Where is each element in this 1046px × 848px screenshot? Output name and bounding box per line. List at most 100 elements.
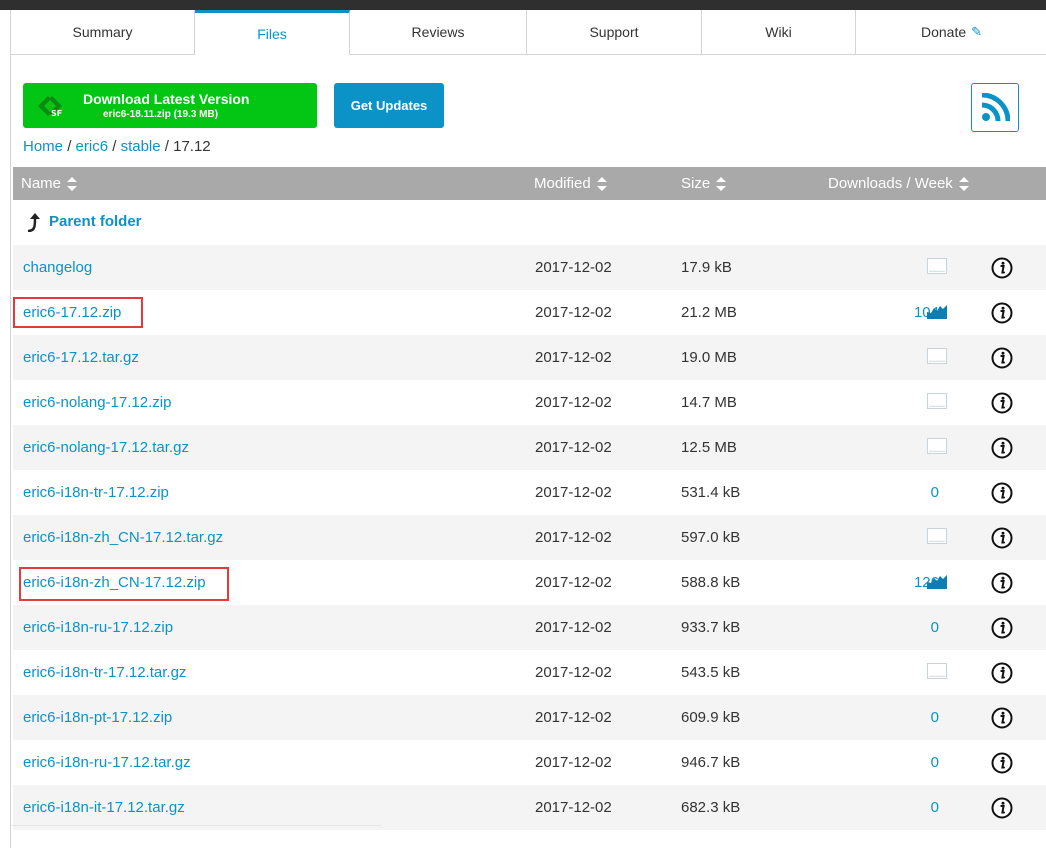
file-size: 21.2 MB	[681, 304, 737, 321]
breadcrumb-project[interactable]: eric6	[76, 138, 109, 155]
column-downloads-header[interactable]: Downloads / Week	[828, 175, 969, 192]
file-size: 609.9 kB	[681, 709, 741, 726]
tab-reviews[interactable]: Reviews	[350, 10, 527, 54]
download-latest-button[interactable]: SF Download Latest Version eric6-18.11.z…	[23, 83, 317, 128]
file-downloads-link[interactable]: 0	[931, 619, 939, 636]
file-modified: 2017-12-02	[535, 304, 612, 321]
sparkline-icon	[927, 258, 947, 274]
breadcrumb-current: 17.12	[173, 138, 211, 155]
table-row: eric6-i18n-ru-17.12.tar.gz 2017-12-02 946.…	[13, 740, 1046, 785]
sort-icon	[67, 177, 78, 192]
info-icon[interactable]	[991, 617, 1013, 639]
info-icon[interactable]	[991, 347, 1013, 369]
file-size: 14.7 MB	[681, 394, 737, 411]
breadcrumb: Home / eric6 / stable / 17.12	[23, 138, 211, 155]
tab-wiki-label: Wiki	[765, 24, 792, 40]
column-size-label: Size	[681, 175, 711, 192]
info-icon[interactable]	[991, 752, 1013, 774]
file-name-link[interactable]: eric6-i18n-zh_CN-17.12.tar.gz	[23, 529, 223, 546]
sort-icon	[596, 177, 607, 192]
svg-text:SF: SF	[51, 109, 62, 117]
tab-reviews-label: Reviews	[411, 24, 465, 40]
file-size: 12.5 MB	[681, 439, 737, 456]
column-name-header[interactable]: Name	[21, 175, 78, 192]
table-header: Name Modified Size Downloads / Week	[13, 167, 1046, 200]
breadcrumb-home[interactable]: Home	[23, 138, 63, 155]
tab-wiki[interactable]: Wiki	[702, 10, 856, 54]
breadcrumb-separator: /	[164, 138, 169, 155]
file-downloads-link[interactable]: 0	[931, 709, 939, 726]
file-name-link[interactable]: eric6-nolang-17.12.zip	[23, 394, 171, 411]
tab-support-label: Support	[589, 24, 639, 40]
sf-logo-icon: SF	[38, 96, 62, 117]
file-name-link[interactable]: eric6-i18n-tr-17.12.zip	[23, 484, 169, 501]
file-modified: 2017-12-02	[535, 709, 612, 726]
sparkline-icon	[927, 528, 947, 544]
column-size-header[interactable]: Size	[681, 175, 727, 192]
file-modified: 2017-12-02	[535, 529, 612, 546]
file-modified: 2017-12-02	[535, 754, 612, 771]
get-updates-button[interactable]: Get Updates	[334, 83, 444, 128]
file-downloads-link[interactable]: 0	[931, 484, 939, 501]
file-downloads-link[interactable]: 0	[931, 754, 939, 771]
table-row: eric6-i18n-ru-17.12.zip 2017-12-02 933.7 k…	[13, 605, 1046, 650]
info-icon[interactable]	[991, 572, 1013, 594]
info-icon[interactable]	[991, 797, 1013, 819]
sparkline-icon	[927, 348, 947, 364]
info-icon[interactable]	[991, 437, 1013, 459]
sparkline-icon	[927, 575, 947, 589]
file-size: 543.5 kB	[681, 664, 741, 681]
file-name-link[interactable]: eric6-i18n-tr-17.12.tar.gz	[23, 664, 186, 681]
file-name-link[interactable]: changelog	[23, 259, 92, 276]
file-size: 588.8 kB	[681, 574, 741, 591]
info-icon[interactable]	[991, 392, 1013, 414]
file-name-link[interactable]: eric6-i18n-it-17.12.tar.gz	[23, 799, 185, 816]
file-modified: 2017-12-02	[535, 574, 612, 591]
files-panel: Summary Files Reviews Support Wiki Donat…	[10, 10, 1046, 848]
breadcrumb-separator: /	[112, 138, 117, 155]
file-size: 17.9 kB	[681, 259, 732, 276]
info-icon[interactable]	[991, 707, 1013, 729]
breadcrumb-folder[interactable]: stable	[121, 138, 161, 155]
file-size: 19.0 MB	[681, 349, 737, 366]
sparkline-icon	[927, 393, 947, 409]
file-name-link[interactable]: eric6-i18n-ru-17.12.zip	[23, 619, 173, 636]
file-size: 531.4 kB	[681, 484, 741, 501]
parent-folder-link[interactable]: Parent folder	[49, 213, 142, 230]
file-modified: 2017-12-02	[535, 484, 612, 501]
file-name-link[interactable]: eric6-i18n-pt-17.12.zip	[23, 709, 172, 726]
edit-icon: ✎	[971, 24, 983, 39]
tab-files-label: Files	[257, 25, 287, 42]
info-icon[interactable]	[991, 257, 1013, 279]
highlight-box	[13, 297, 143, 328]
sort-icon	[716, 177, 727, 192]
info-icon[interactable]	[991, 482, 1013, 504]
file-modified: 2017-12-02	[535, 799, 612, 816]
file-name-link[interactable]: eric6-i18n-ru-17.12.tar.gz	[23, 754, 191, 771]
tab-files[interactable]: Files	[195, 10, 350, 55]
parent-folder-icon	[27, 213, 40, 232]
info-icon[interactable]	[991, 302, 1013, 324]
info-icon[interactable]	[991, 662, 1013, 684]
file-name-link[interactable]: eric6-17.12.tar.gz	[23, 349, 139, 366]
table-row: eric6-i18n-it-17.12.tar.gz 2017-12-02 682.…	[13, 785, 1046, 830]
rss-button[interactable]	[971, 83, 1019, 132]
tab-summary[interactable]: Summary	[11, 10, 195, 54]
file-modified: 2017-12-02	[535, 619, 612, 636]
get-updates-label: Get Updates	[350, 98, 428, 113]
tab-donate[interactable]: Donate ✎	[856, 10, 1046, 54]
info-icon[interactable]	[991, 527, 1013, 549]
tab-summary-label: Summary	[72, 24, 133, 40]
file-name-link[interactable]: eric6-nolang-17.12.tar.gz	[23, 439, 189, 456]
column-name-label: Name	[21, 175, 62, 192]
file-modified: 2017-12-02	[535, 664, 612, 681]
rss-icon	[981, 92, 1010, 121]
column-downloads-label: Downloads / Week	[828, 175, 953, 192]
parent-folder-row[interactable]: Parent folder	[13, 200, 1046, 246]
column-modified-header[interactable]: Modified	[534, 175, 607, 192]
highlight-box	[19, 567, 229, 601]
tab-support[interactable]: Support	[527, 10, 702, 54]
table-row: eric6-i18n-pt-17.12.zip 2017-12-02 609.9 k…	[13, 695, 1046, 740]
file-downloads-link[interactable]: 0	[931, 799, 939, 816]
column-modified-label: Modified	[534, 175, 591, 192]
